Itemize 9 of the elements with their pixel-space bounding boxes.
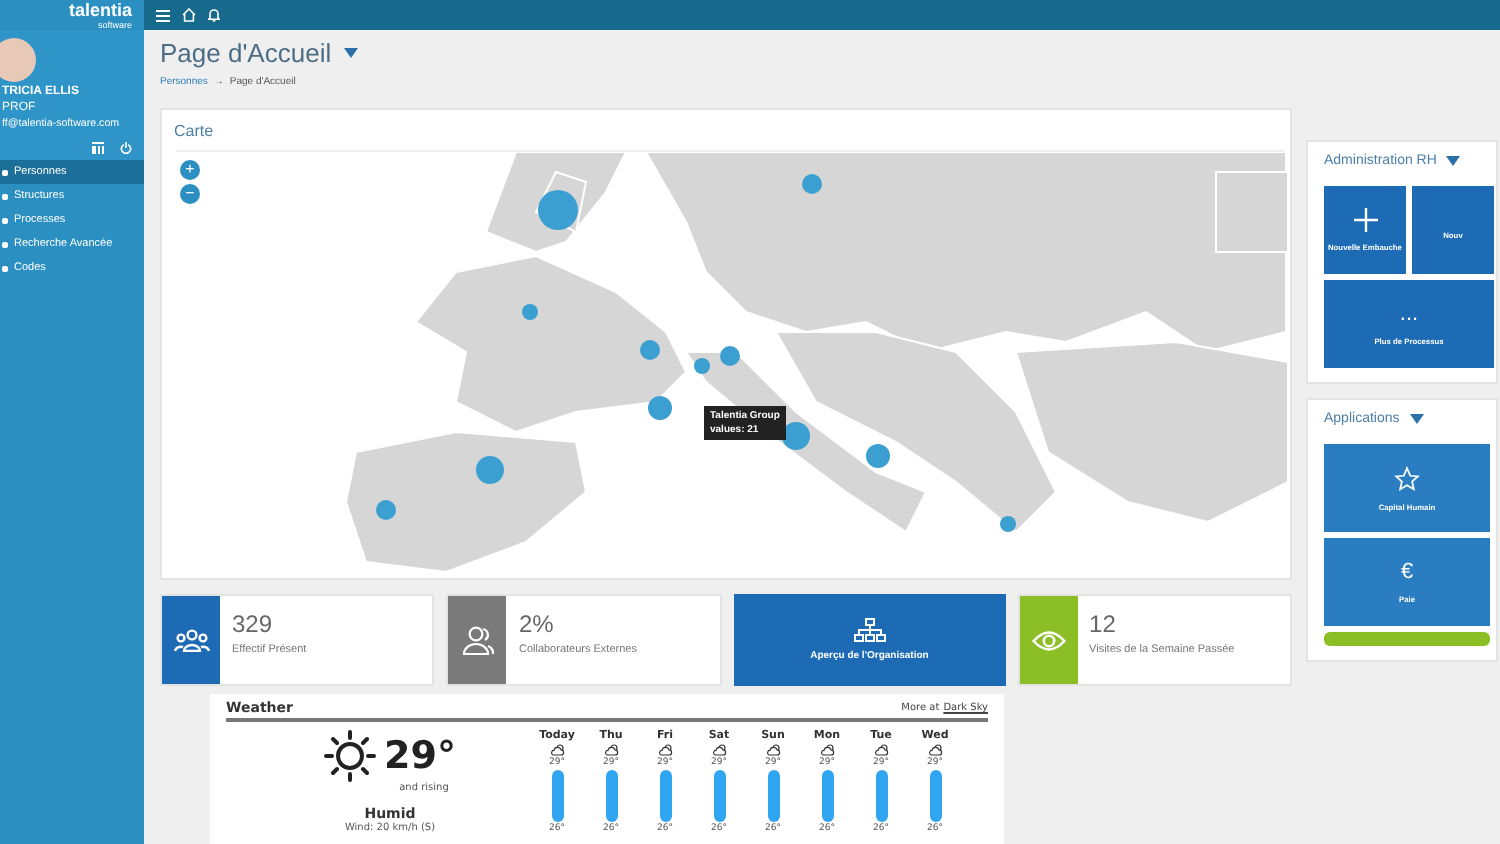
stat-value: 2% (518, 610, 556, 638)
stat-value: 12 (1089, 610, 1118, 638)
brand-logo: talentia (68, 2, 132, 20)
current-temperature: 29° (384, 737, 456, 775)
zoom-out-button[interactable]: − (180, 184, 200, 204)
zoom-in-button[interactable]: + (180, 160, 200, 180)
panel-title: Carte (172, 120, 216, 144)
stat-value: 329 (232, 610, 275, 638)
page-title: Page d'Accueil (160, 38, 332, 68)
